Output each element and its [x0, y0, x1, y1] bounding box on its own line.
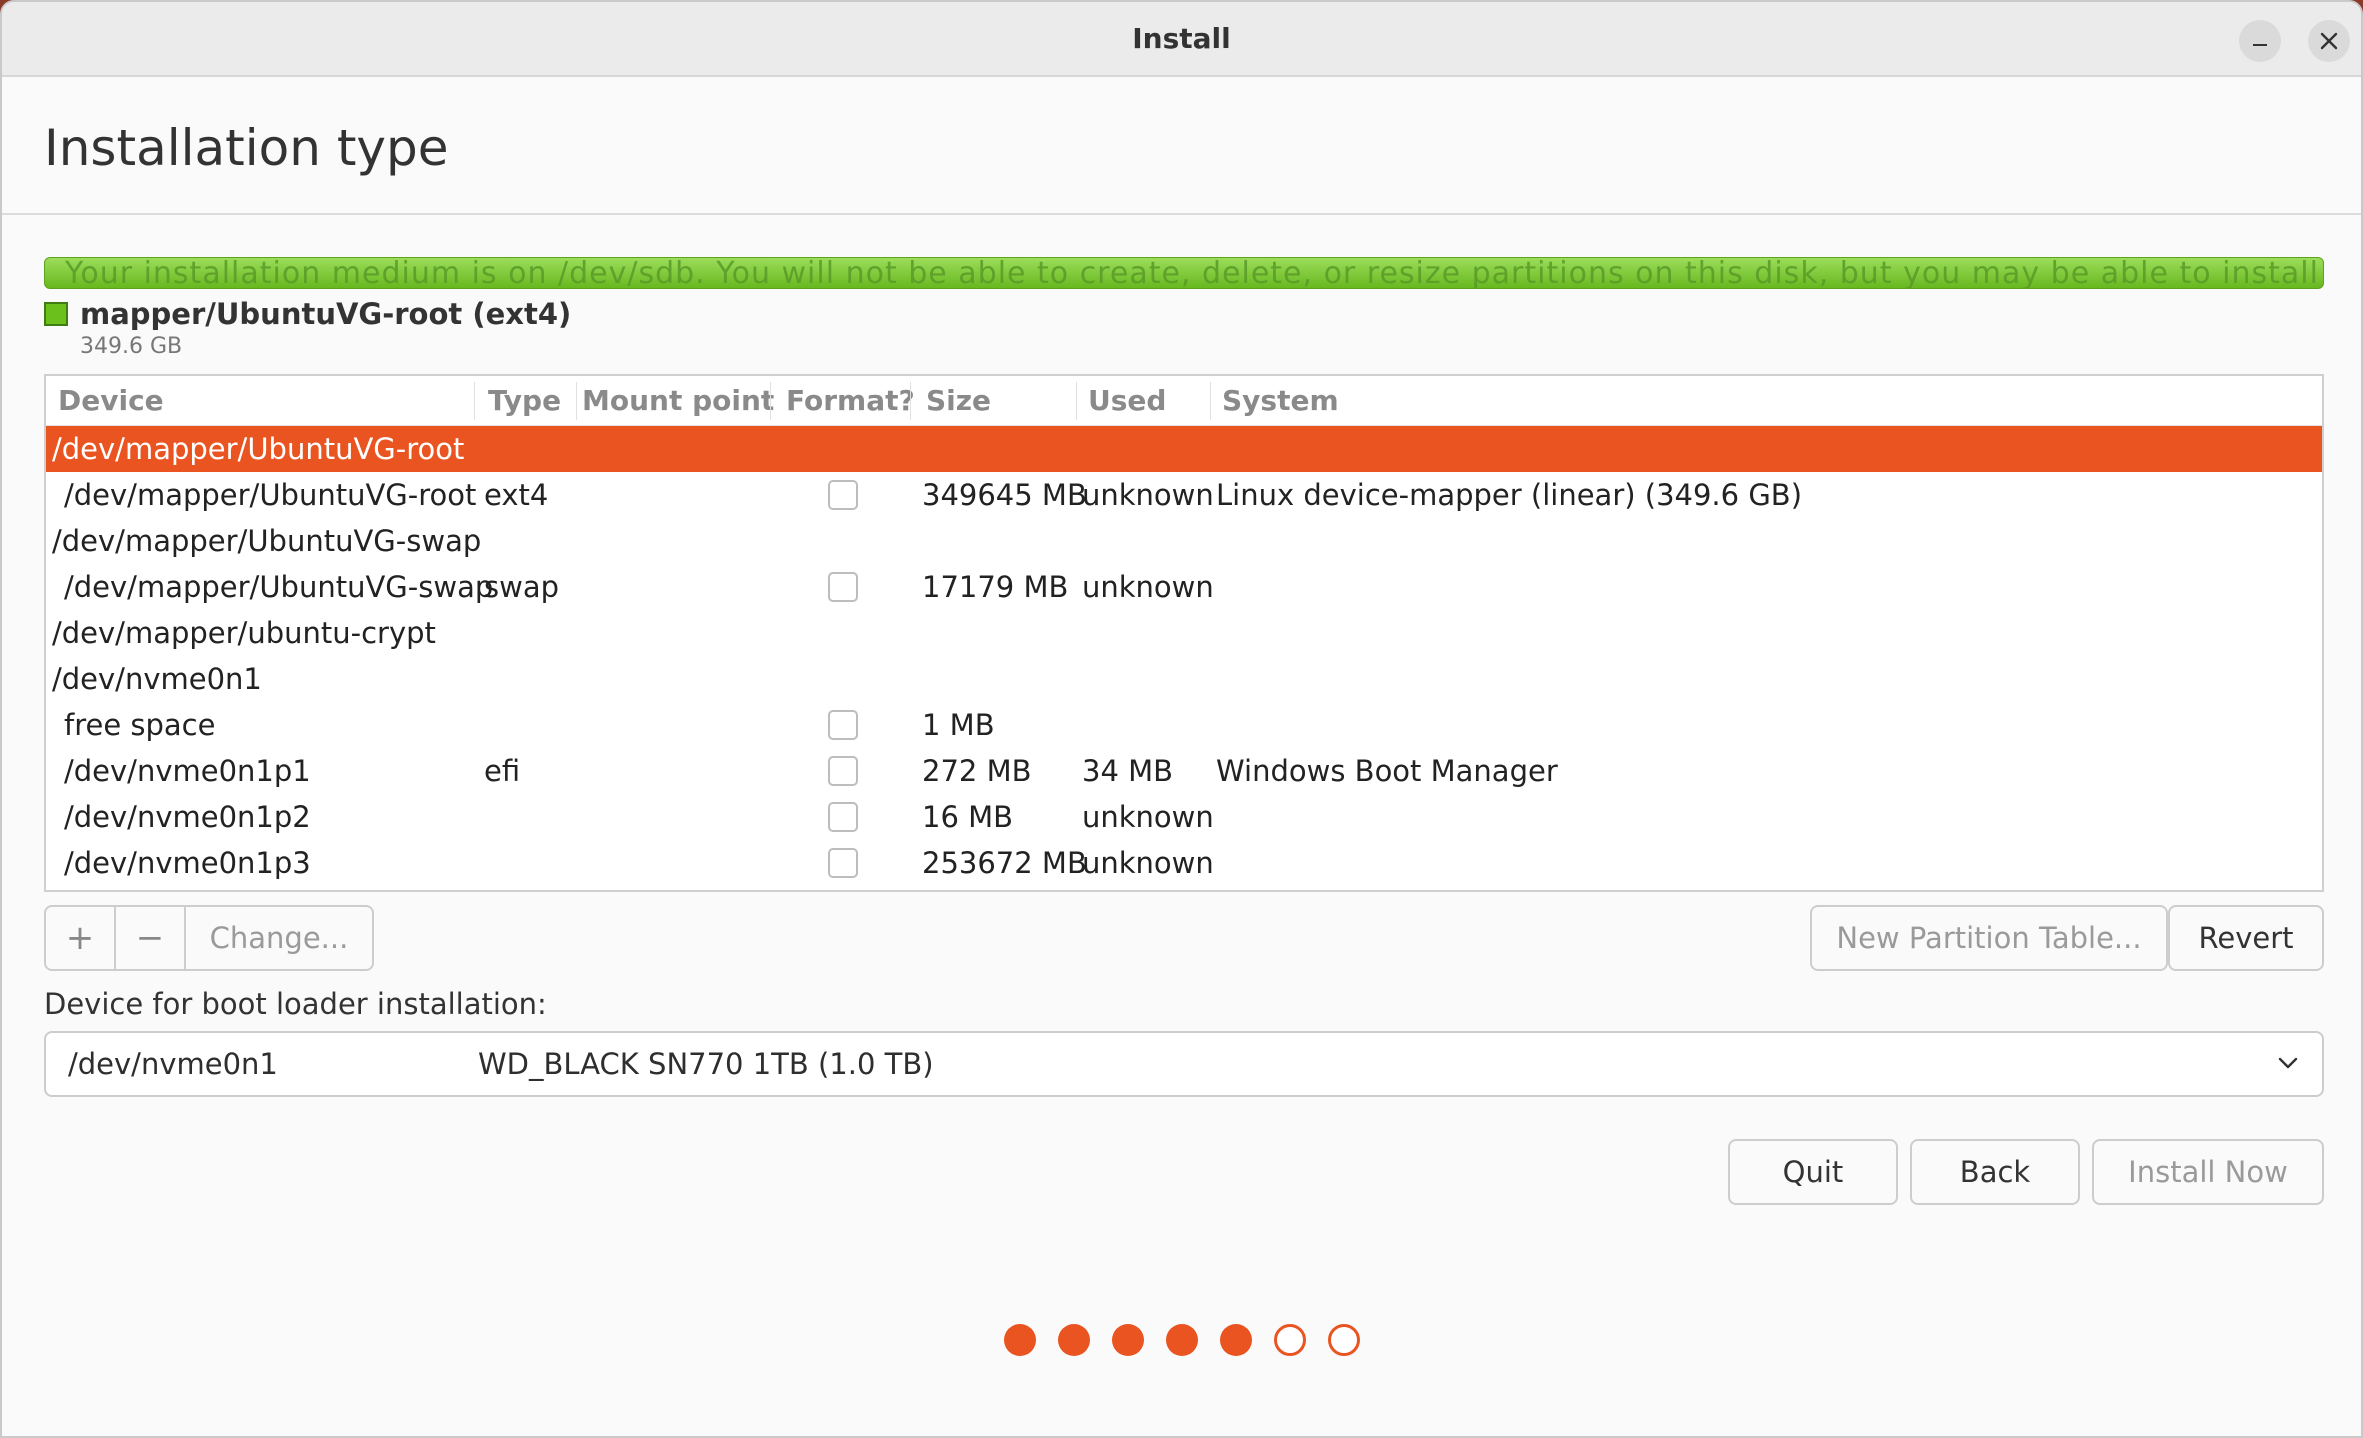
add-partition-button[interactable]: + — [46, 907, 116, 969]
close-button[interactable] — [2308, 20, 2350, 62]
cell-device: /dev/nvme0n1 — [52, 662, 262, 696]
legend-label: mapper/UbuntuVG-root (ext4) — [80, 297, 572, 331]
table-row[interactable]: /dev/mapper/UbuntuVG-swap swap 17179 MB unk… — [46, 564, 2322, 610]
cell-size: 349645 MB — [922, 478, 1087, 512]
table-row[interactable]: /dev/nvme0n1p3 253672 MB unknown — [46, 840, 2322, 886]
cell-device: /dev/mapper/UbuntuVG-root — [64, 478, 477, 512]
cell-size: 1 MB — [922, 708, 995, 742]
remove-partition-button[interactable]: − — [116, 907, 186, 969]
cell-used: unknown — [1082, 800, 1214, 834]
table-row[interactable]: free space 1 MB — [46, 702, 2322, 748]
cell-used: unknown — [1082, 570, 1214, 604]
table-row[interactable]: /dev/nvme0n1 — [46, 656, 2322, 702]
table-header: Device Type Mount point Format? Size Use… — [46, 376, 2322, 426]
progress-dots — [1004, 1324, 1360, 1356]
progress-dot — [1274, 1324, 1306, 1356]
page-header: Installation type — [2, 79, 2361, 215]
cell-device: /dev/nvme0n1p3 — [64, 846, 311, 880]
cell-system: Linux device-mapper (linear) (349.6 GB) — [1216, 478, 1803, 512]
column-header-device[interactable]: Device — [58, 384, 164, 417]
column-header-used[interactable]: Used — [1088, 384, 1166, 417]
quit-button[interactable]: Quit — [1728, 1139, 1898, 1205]
cell-system: Windows Boot Manager — [1216, 754, 1558, 788]
progress-dot — [1328, 1324, 1360, 1356]
minimize-button[interactable] — [2239, 20, 2281, 62]
window-title: Install — [1132, 22, 1231, 55]
cell-type: efi — [484, 754, 521, 788]
bootloader-device-description: WD_BLACK SN770 1TB (1.0 TB) — [478, 1047, 934, 1081]
chevron-down-icon — [2278, 1057, 2298, 1069]
progress-dot — [1220, 1324, 1252, 1356]
new-partition-table-button[interactable]: New Partition Table... — [1810, 905, 2168, 971]
progress-dot — [1166, 1324, 1198, 1356]
close-icon — [2320, 32, 2338, 50]
cell-device: /dev/nvme0n1p2 — [64, 800, 311, 834]
bootloader-device-select[interactable]: /dev/nvme0n1 WD_BLACK SN770 1TB (1.0 TB) — [44, 1031, 2324, 1097]
table-row[interactable]: /dev/nvme0n1p2 16 MB unknown — [46, 794, 2322, 840]
table-row[interactable]: /dev/mapper/ubuntu-crypt — [46, 610, 2322, 656]
table-row[interactable]: /dev/nvme0n1p1 efi 272 MB 34 MB Windows Boot… — [46, 748, 2322, 794]
cell-type: ext4 — [484, 478, 549, 512]
install-now-button[interactable]: Install Now — [2092, 1139, 2324, 1205]
table-row[interactable]: /dev/mapper/UbuntuVG-root ext4 349645 MB un… — [46, 472, 2322, 518]
column-header-size[interactable]: Size — [926, 384, 991, 417]
cell-device: /dev/mapper/UbuntuVG-root — [52, 432, 465, 466]
partition-edit-buttons: + − Change... — [44, 905, 374, 971]
table-row[interactable]: /dev/mapper/UbuntuVG-swap — [46, 518, 2322, 564]
cell-type: swap — [484, 570, 560, 604]
legend-swatch — [44, 302, 68, 326]
column-header-system[interactable]: System — [1222, 384, 1339, 417]
cell-device: /dev/mapper/ubuntu-crypt — [52, 616, 436, 650]
cell-size: 272 MB — [922, 754, 1032, 788]
disk-bar-overlay-text: Your installation medium is on /dev/sdb.… — [65, 257, 2323, 289]
cell-size: 253672 MB — [922, 846, 1087, 880]
format-checkbox[interactable] — [828, 756, 858, 786]
cell-device: /dev/nvme0n1p1 — [64, 754, 311, 788]
legend-size: 349.6 GB — [80, 334, 183, 359]
cell-used: unknown — [1082, 846, 1214, 880]
disk-usage-bar: Your installation medium is on /dev/sdb.… — [44, 257, 2324, 289]
column-header-type[interactable]: Type — [488, 384, 561, 417]
format-checkbox[interactable] — [828, 710, 858, 740]
format-checkbox[interactable] — [828, 480, 858, 510]
format-checkbox[interactable] — [828, 848, 858, 878]
change-partition-button[interactable]: Change... — [186, 907, 372, 969]
cell-used: unknown — [1082, 478, 1214, 512]
column-header-mount-point[interactable]: Mount point — [582, 384, 774, 417]
bootloader-label: Device for boot loader installation: — [44, 987, 547, 1021]
progress-dot — [1058, 1324, 1090, 1356]
column-header-format[interactable]: Format? — [786, 384, 915, 417]
cell-size: 17179 MB — [922, 570, 1069, 604]
bootloader-device: /dev/nvme0n1 — [68, 1047, 278, 1081]
cell-used: 34 MB — [1082, 754, 1174, 788]
cell-device: free space — [64, 708, 216, 742]
progress-dot — [1004, 1324, 1036, 1356]
partition-table: Device Type Mount point Format? Size Use… — [44, 374, 2324, 892]
format-checkbox[interactable] — [828, 802, 858, 832]
cell-device: /dev/mapper/UbuntuVG-swap — [64, 570, 494, 604]
format-checkbox[interactable] — [828, 572, 858, 602]
minimize-icon — [2253, 44, 2267, 46]
table-row[interactable]: /dev/mapper/UbuntuVG-root — [46, 426, 2322, 472]
revert-button[interactable]: Revert — [2168, 905, 2324, 971]
back-button[interactable]: Back — [1910, 1139, 2080, 1205]
main-content: Your installation medium is on /dev/sdb.… — [2, 217, 2361, 1436]
cell-size: 16 MB — [922, 800, 1014, 834]
cell-device: /dev/mapper/UbuntuVG-swap — [52, 524, 482, 558]
title-bar: Install — [2, 2, 2361, 77]
page-title: Installation type — [44, 119, 449, 177]
installer-window: Install Installation type Your installat… — [0, 0, 2363, 1438]
progress-dot — [1112, 1324, 1144, 1356]
